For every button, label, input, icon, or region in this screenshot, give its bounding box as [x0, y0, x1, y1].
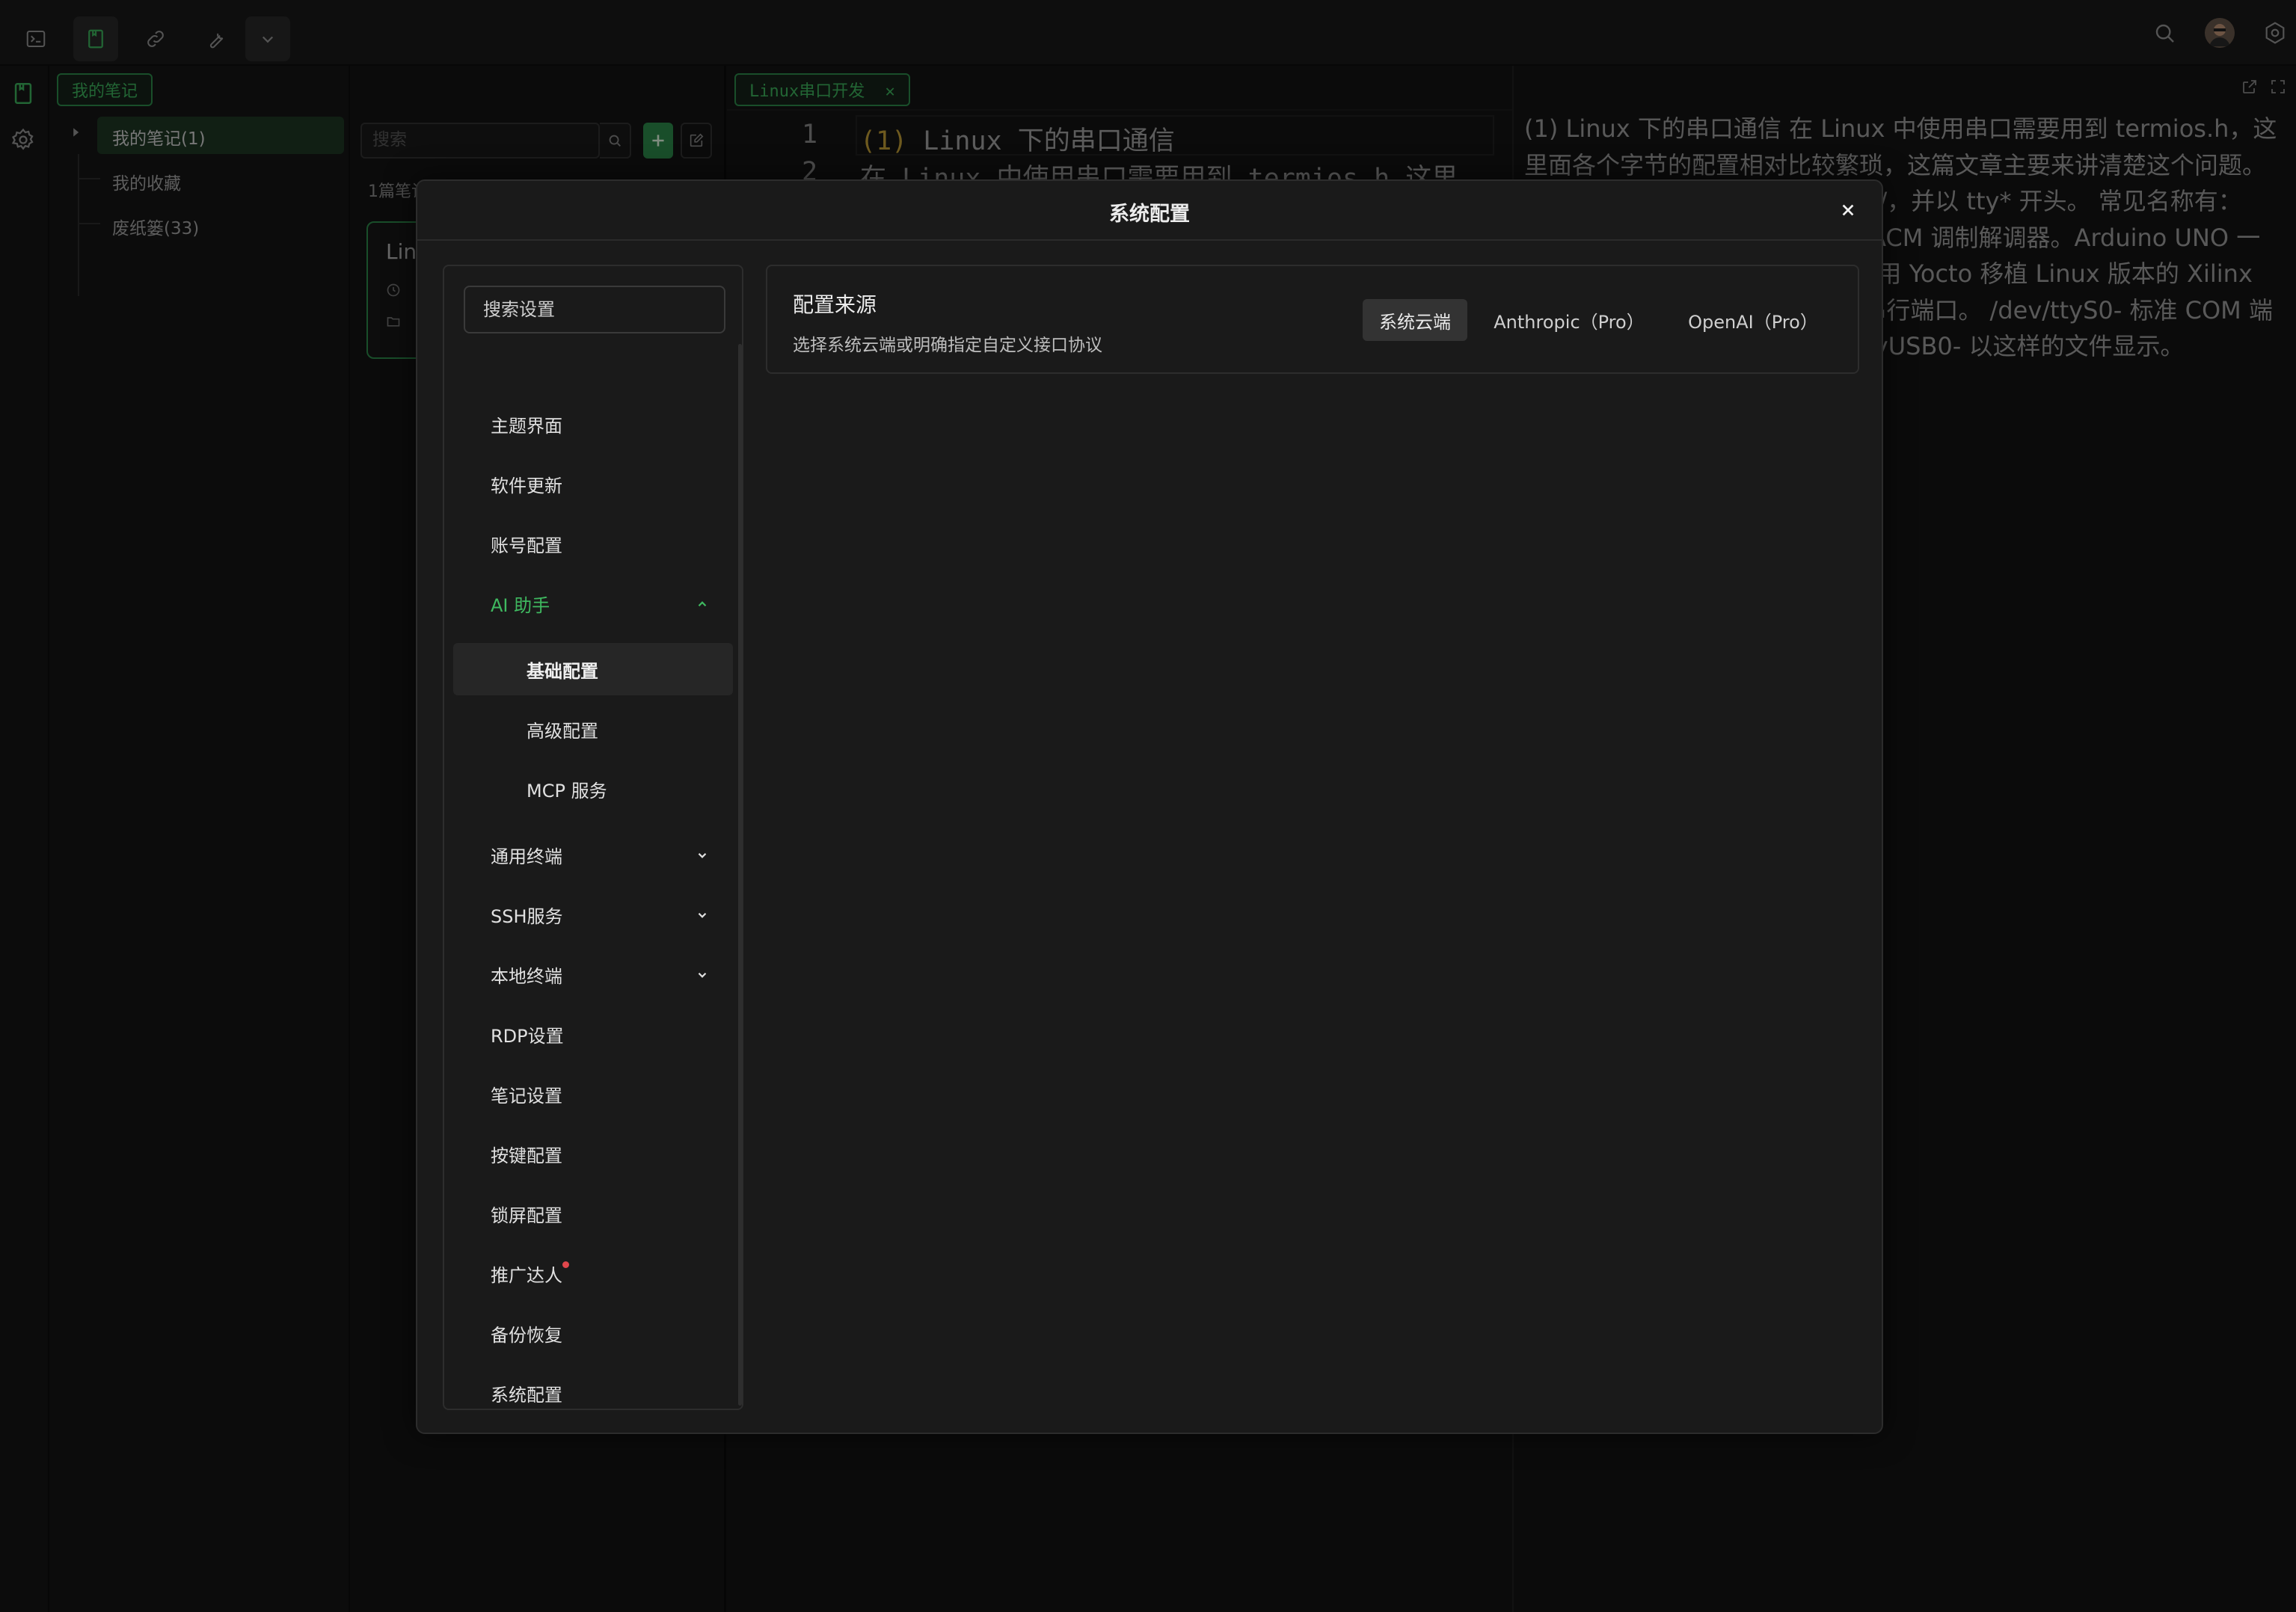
nav-ai-assistant[interactable]: AI 助手: [453, 577, 733, 630]
chevron-down-icon: [698, 972, 707, 978]
nav-ai-advanced[interactable]: 高级配置: [453, 703, 733, 755]
config-source-card: 配置来源 选择系统云端或明确指定自定义接口协议 系统云端 Anthropic（P…: [766, 265, 1859, 374]
nav-theme[interactable]: 主题界面: [453, 398, 733, 450]
dialog-header: 系统配置: [417, 181, 1882, 241]
nav-ssh[interactable]: SSH服务: [453, 888, 733, 941]
nav-system[interactable]: 系统配置: [453, 1367, 733, 1419]
nav-terminal[interactable]: 通用终端: [453, 828, 733, 881]
settings-search-input[interactable]: 搜索设置: [464, 286, 725, 333]
notification-dot: [562, 1261, 569, 1268]
nav-backup[interactable]: 备份恢复: [453, 1307, 733, 1359]
nav-ssh-label: SSH服务: [491, 905, 563, 927]
nav-ai-basic[interactable]: 基础配置: [453, 643, 733, 695]
nav-local-label: 本地终端: [491, 965, 562, 987]
nav-promo-label: 推广达人: [491, 1264, 562, 1286]
option-openai[interactable]: OpenAI（Pro）: [1671, 299, 1835, 341]
nav-promo[interactable]: 推广达人: [453, 1247, 733, 1299]
nav-notes[interactable]: 笔记设置: [453, 1068, 733, 1120]
section-description: 选择系统云端或明确指定自定义接口协议: [793, 336, 1102, 355]
nav-terminal-label: 通用终端: [491, 846, 562, 867]
nav-update[interactable]: 软件更新: [453, 458, 733, 510]
nav-scrollbar[interactable]: [738, 344, 742, 1406]
chevron-up-icon: [698, 601, 707, 607]
nav-ai-mcp[interactable]: MCP 服务: [453, 763, 733, 815]
nav-lock[interactable]: 锁屏配置: [453, 1187, 733, 1240]
chevron-down-icon: [698, 852, 707, 858]
settings-nav: 搜索设置 主题界面 软件更新 账号配置 AI 助手 基础配置 高级配置 MCP …: [443, 265, 743, 1410]
section-title: 配置来源: [793, 292, 877, 317]
option-system-cloud[interactable]: 系统云端: [1363, 299, 1467, 341]
nav-account[interactable]: 账号配置: [453, 517, 733, 570]
nav-ai-label: AI 助手: [491, 594, 550, 616]
option-anthropic[interactable]: Anthropic（Pro）: [1475, 299, 1663, 341]
chevron-down-icon: [698, 912, 707, 918]
dialog-title: 系统配置: [1109, 203, 1190, 226]
nav-rdp[interactable]: RDP设置: [453, 1008, 733, 1060]
system-config-dialog: 系统配置 搜索设置 主题界面 软件更新 账号配置 AI 助手 基础配置 高级配置…: [416, 179, 1883, 1434]
nav-local-terminal[interactable]: 本地终端: [453, 948, 733, 1000]
close-icon[interactable]: [1837, 199, 1859, 221]
nav-keys[interactable]: 按键配置: [453, 1128, 733, 1180]
